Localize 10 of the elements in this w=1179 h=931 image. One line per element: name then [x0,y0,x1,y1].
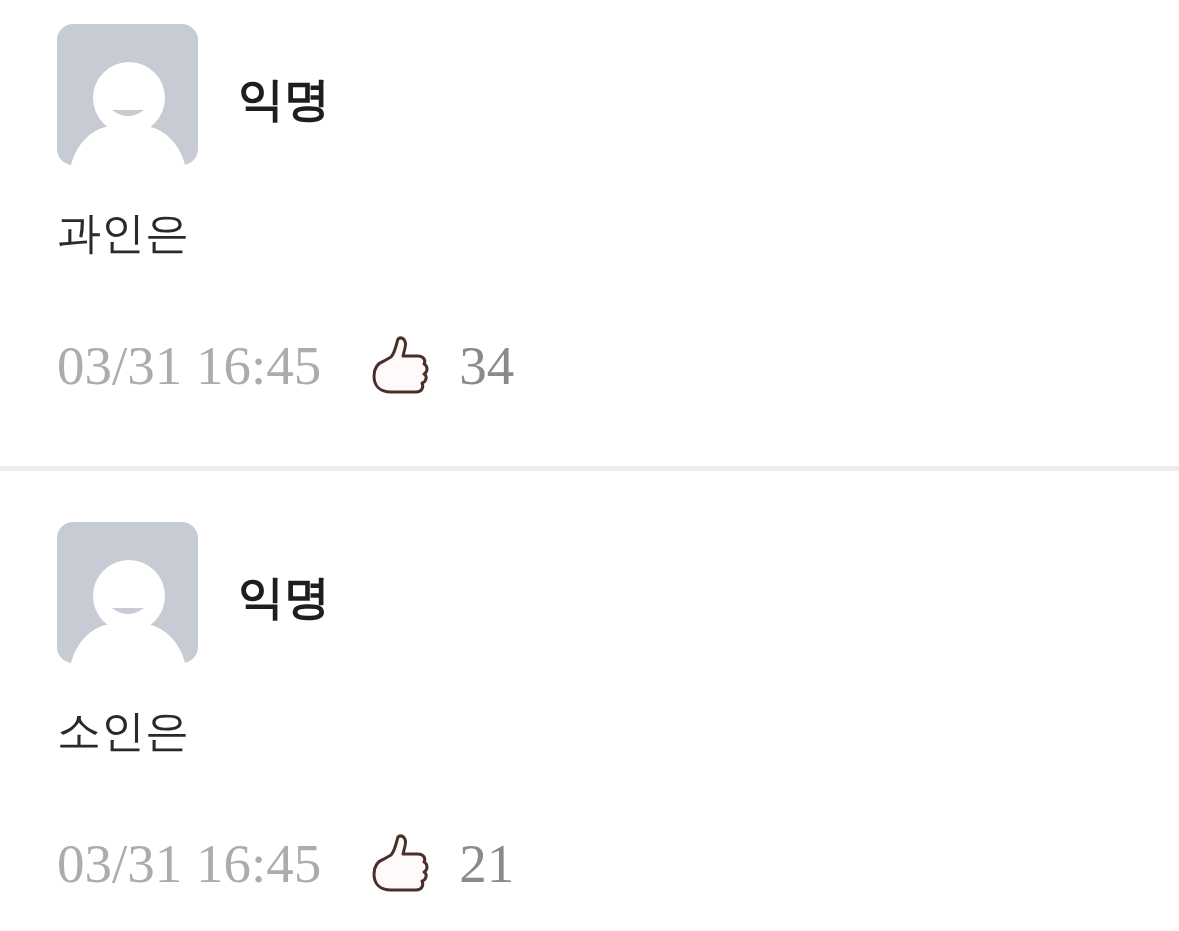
comment-time: 03/31 16:45 [57,336,322,395]
author-name: 익명 [238,569,330,626]
like-button[interactable]: 21 [369,831,515,896]
comment-text: 과인은 [57,207,189,260]
author-name: 익명 [238,71,330,128]
comment-time: 03/31 16:45 [57,834,322,893]
avatar-icon [57,522,198,663]
like-button[interactable]: 34 [369,333,515,398]
avatar-icon [57,24,198,165]
comment-text: 소인은 [57,705,189,758]
